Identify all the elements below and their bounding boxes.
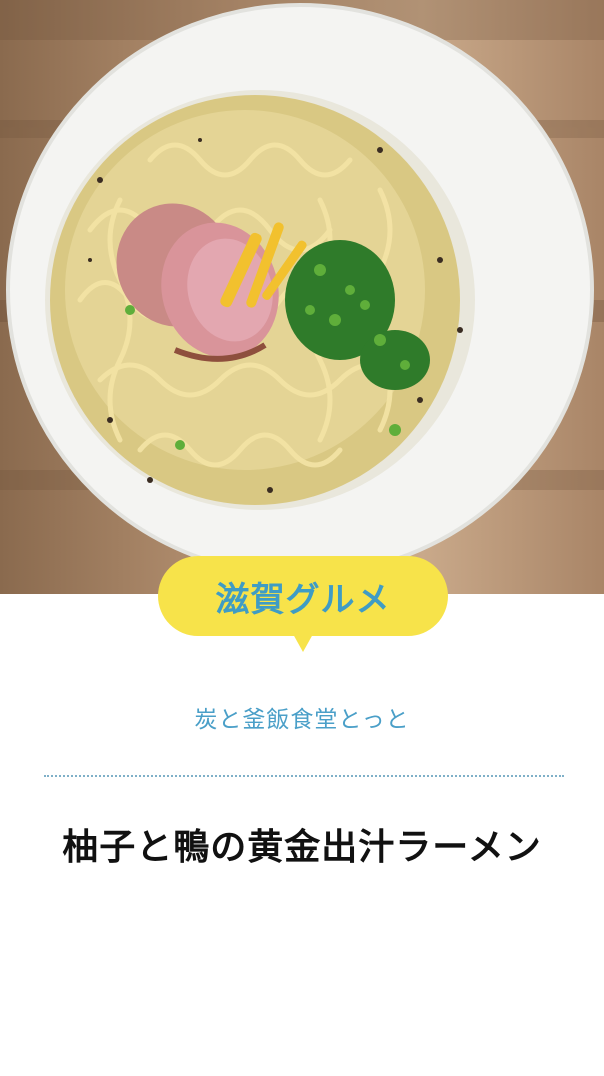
hero-photo <box>0 0 604 594</box>
dotted-divider <box>44 775 564 777</box>
ramen-bowl-illustration <box>0 0 604 577</box>
dish-title: 柚子と鴨の黄金出汁ラーメン <box>62 827 542 868</box>
category-badge: 滋賀グルメ <box>158 556 448 636</box>
restaurant-name: 炭と釜飯食堂とっと <box>194 707 410 733</box>
category-badge-label: 滋賀グルメ <box>215 579 391 620</box>
